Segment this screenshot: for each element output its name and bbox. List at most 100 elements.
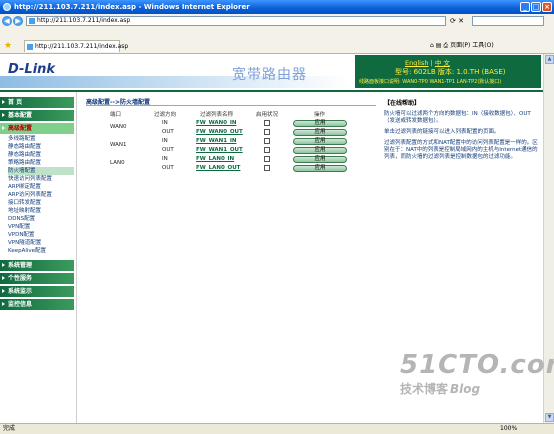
col-header-action: 操作 <box>314 112 326 118</box>
filter-list-link[interactable]: FW_WAN0_OUT <box>196 129 243 135</box>
enable-checkbox[interactable] <box>264 147 270 153</box>
arrow-right-icon <box>2 113 5 117</box>
tools-menu[interactable]: 工具(O) <box>472 42 493 49</box>
sidebar-section-services[interactable]: 个性服务 <box>0 273 74 284</box>
watermark: 51CTO.com 技术博客 Blog <box>400 350 554 397</box>
help-paragraph-3: 过滤列表配置的方式和NAT配置中的访问列表配置是一样的。区别在于：NAT中的列表… <box>384 140 538 160</box>
forward-icon[interactable]: ▶ <box>13 16 23 26</box>
back-icon[interactable]: ◀ <box>2 16 12 26</box>
watermark-blog-en: Blog <box>449 382 481 396</box>
apply-button[interactable]: 应用 <box>293 138 347 145</box>
apply-button[interactable]: 应用 <box>293 129 347 136</box>
router-header: D-Link 宽带路由器 English | 中 文 型号: 602LB 版本:… <box>0 54 543 90</box>
address-input[interactable]: http://211.103.7.211/index.asp <box>26 16 446 26</box>
sidebar-item-arp-binding[interactable]: ARP绑定配置 <box>8 183 74 191</box>
sidebar-section-monitor-info[interactable]: 监控信息 <box>0 299 74 310</box>
tab-page-icon <box>27 44 33 50</box>
sidebar-item-quick-access[interactable]: 快速访问列表配置 <box>8 175 74 183</box>
filter-list-link[interactable]: FW_WAN1_OUT <box>196 147 243 153</box>
sidebar-item-vpdn[interactable]: VPDN配置 <box>8 231 74 239</box>
product-name: 宽带路由器 <box>232 67 307 83</box>
minimize-button[interactable]: _ <box>520 2 530 12</box>
apply-button[interactable]: 应用 <box>293 165 347 172</box>
sidebar-section-home[interactable]: 首 页 <box>0 97 74 108</box>
scroll-up-icon[interactable]: ▲ <box>545 55 554 64</box>
dlink-logo: D-Link <box>8 62 56 77</box>
enable-checkbox[interactable] <box>264 165 270 171</box>
print-icon[interactable]: ⎙ <box>443 42 448 49</box>
sidebar-section-label: 基本配置 <box>8 112 33 119</box>
feeds-icon[interactable]: ▤ <box>436 42 442 49</box>
zoom-level[interactable]: 100% <box>500 424 517 433</box>
sidebar-section-advanced[interactable]: 高级配置 <box>0 123 74 134</box>
sidebar-item-vpn[interactable]: VPN配置 <box>8 223 74 231</box>
command-bar: ⌂ ▤ ⎙ 页面(P) 工具(O) <box>430 41 494 51</box>
sidebar-item-firewall[interactable]: 防火墙配置 <box>8 167 74 175</box>
row-port: WAN0 <box>110 124 127 130</box>
col-header-list-name: 过滤列表名称 <box>200 112 234 118</box>
language-switch: English | 中 文 <box>405 57 450 67</box>
sidebar-section-label: 高级配置 <box>8 125 33 132</box>
lang-chinese-link[interactable]: 中 文 <box>435 59 450 67</box>
sidebar-item-multiline[interactable]: 多线路配置 <box>8 135 74 143</box>
arrow-right-icon <box>2 302 5 306</box>
apply-button[interactable]: 应用 <box>293 147 347 154</box>
favorites-star-icon[interactable]: ★ <box>4 41 12 51</box>
sidebar-section-label: 个性服务 <box>8 275 33 282</box>
sidebar-item-address-map[interactable]: 地址映射配置 <box>8 207 74 215</box>
close-button[interactable]: × <box>542 2 552 12</box>
arrow-right-icon <box>2 100 5 104</box>
sidebar-nav: 首 页 基本配置 高级配置 多线路配置 静态路由配置 静态路由配置 策略路由配置… <box>0 92 77 423</box>
sidebar-item-ddns[interactable]: DDNS配置 <box>8 215 74 223</box>
home-icon[interactable]: ⌂ <box>430 42 434 49</box>
lang-separator: | <box>430 59 433 67</box>
sidebar-section-system[interactable]: 系统管理 <box>0 260 74 271</box>
sidebar-section-label: 系统监示 <box>8 288 33 295</box>
apply-button[interactable]: 应用 <box>293 156 347 163</box>
row-direction: OUT <box>162 165 174 171</box>
enable-checkbox[interactable] <box>264 120 270 126</box>
help-title: 【在线帮助】 <box>384 100 421 107</box>
sidebar-item-arp-acl[interactable]: ARP访问列表配置 <box>8 191 74 199</box>
sidebar-item-keepalive[interactable]: KeepAlive配置 <box>8 247 74 255</box>
sidebar-item-vpn-tunnel[interactable]: VPN隧道配置 <box>8 239 74 247</box>
status-bar: 完成 100% <box>0 423 554 434</box>
sidebar-item-static-route-2[interactable]: 静态路由配置 <box>8 151 74 159</box>
row-port: LAN0 <box>110 160 125 166</box>
tab-title: http://211.103.7.211/index.asp <box>35 43 129 50</box>
search-input[interactable] <box>472 16 544 26</box>
apply-button[interactable]: 应用 <box>293 120 347 127</box>
window-titlebar: http://211.103.7.211/index.asp - Windows… <box>0 0 554 14</box>
maximize-button[interactable]: □ <box>531 2 541 12</box>
sidebar-section-label: 首 页 <box>8 99 23 106</box>
page-menu[interactable]: 页面(P) <box>450 42 470 49</box>
sidebar-section-basic[interactable]: 基本配置 <box>0 110 74 121</box>
filter-list-link[interactable]: FW_WAN0_IN <box>196 120 236 126</box>
filter-list-link[interactable]: FW_WAN1_IN <box>196 138 236 144</box>
col-header-port: 端口 <box>110 112 122 118</box>
device-info-box: English | 中 文 型号: 602LB 版本: 1.0.TH (BASE… <box>355 55 541 88</box>
enable-checkbox[interactable] <box>264 138 270 144</box>
enable-checkbox[interactable] <box>264 129 270 135</box>
filter-list-link[interactable]: FW_LAN0_OUT <box>196 165 240 171</box>
refresh-icon[interactable]: ⟳ ✕ <box>450 16 464 26</box>
sidebar-item-static-route-1[interactable]: 静态路由配置 <box>8 143 74 151</box>
enable-checkbox[interactable] <box>264 156 270 162</box>
col-header-direction: 过滤方向 <box>154 112 177 118</box>
sidebar-item-policy-route[interactable]: 策略路由配置 <box>8 159 74 167</box>
sidebar-section-monitor[interactable]: 系统监示 <box>0 286 74 297</box>
model-version: 型号: 602LB 版本: 1.0.TH (BASE) <box>395 68 506 76</box>
arrow-right-icon <box>2 289 5 293</box>
ie-icon <box>3 3 11 11</box>
status-text: 完成 <box>3 425 16 432</box>
filter-list-link[interactable]: FW_LAN0_IN <box>196 156 234 162</box>
page-icon <box>29 18 35 24</box>
scroll-down-icon[interactable]: ▼ <box>545 413 554 422</box>
sidebar-item-port-forward[interactable]: 接口转发配置 <box>8 199 74 207</box>
watermark-blog-cn: 技术博客 <box>400 382 449 396</box>
arrow-right-icon <box>2 126 5 130</box>
lang-english-link[interactable]: English <box>405 59 428 67</box>
tab-current[interactable]: http://211.103.7.211/index.asp <box>24 40 128 52</box>
address-bar-row: ◀ ▶ http://211.103.7.211/index.asp ⟳ ✕ <box>0 14 554 29</box>
online-help-panel: 【在线帮助】 防火墙可以过滤两个方向的数据包：IN（接收数据包）、OUT（发送或… <box>384 98 539 248</box>
